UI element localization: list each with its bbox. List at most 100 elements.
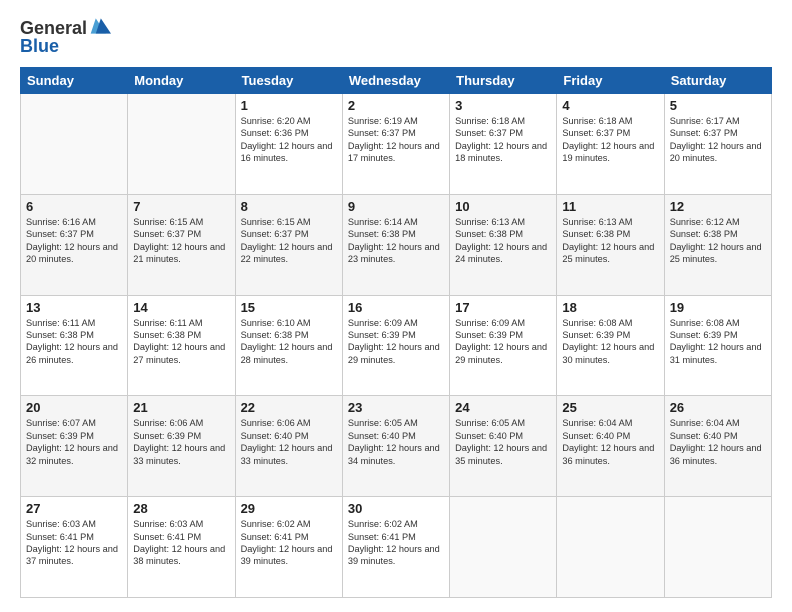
day-info: Sunrise: 6:15 AM Sunset: 6:37 PM Dayligh… xyxy=(133,216,229,266)
table-cell: 16Sunrise: 6:09 AM Sunset: 6:39 PM Dayli… xyxy=(342,295,449,396)
table-cell: 24 Sunrise: 6:05 AM Sunset: 6:40 PM Dayli… xyxy=(450,396,557,497)
table-cell: 6 Sunrise: 6:16 AM Sunset: 6:37 PM Daylig… xyxy=(21,194,128,295)
table-cell xyxy=(450,497,557,598)
table-cell: 14 Sunrise: 6:11 AM Sunset: 6:38 PM Dayli… xyxy=(128,295,235,396)
table-cell: 19 Sunrise: 6:08 AM Sunset: 6:39 PM Dayli… xyxy=(664,295,771,396)
logo-icon xyxy=(89,15,111,37)
table-cell xyxy=(128,94,235,195)
table-cell: 5 Sunrise: 6:17 AM Sunset: 6:37 PM Daylig… xyxy=(664,94,771,195)
day-number: 11 xyxy=(562,199,658,214)
day-info: Sunrise: 6:14 AM Sunset: 6:38 PM Dayligh… xyxy=(348,216,444,266)
calendar-table: Sunday Monday Tuesday Wednesday Thursday… xyxy=(20,67,772,598)
day-number: 4 xyxy=(562,98,658,113)
day-info: Sunrise: 6:18 AM Sunset: 6:37 PM Dayligh… xyxy=(562,115,658,165)
day-number: 28 xyxy=(133,501,229,516)
day-number: 22 xyxy=(241,400,337,415)
day-number: 16 xyxy=(348,300,444,315)
table-cell: 30 Sunrise: 6:02 AM Sunset: 6:41 PM Dayli… xyxy=(342,497,449,598)
day-info: Sunrise: 6:08 AM Sunset: 6:39 PM Dayligh… xyxy=(562,317,658,367)
col-thursday: Thursday xyxy=(450,68,557,94)
logo-blue-text: Blue xyxy=(20,36,111,57)
col-sunday: Sunday xyxy=(21,68,128,94)
table-cell: 1 Sunrise: 6:20 AM Sunset: 6:36 PM Daylig… xyxy=(235,94,342,195)
day-info: Sunrise: 6:20 AM Sunset: 6:36 PM Dayligh… xyxy=(241,115,337,165)
col-tuesday: Tuesday xyxy=(235,68,342,94)
table-cell: 21Sunrise: 6:06 AM Sunset: 6:39 PM Dayli… xyxy=(128,396,235,497)
calendar-week-row: 27Sunrise: 6:03 AM Sunset: 6:41 PM Dayli… xyxy=(21,497,772,598)
day-number: 7 xyxy=(133,199,229,214)
table-cell: 12 Sunrise: 6:12 AM Sunset: 6:38 PM Dayli… xyxy=(664,194,771,295)
day-info: Sunrise: 6:10 AM Sunset: 6:38 PM Dayligh… xyxy=(241,317,337,367)
table-cell: 29 Sunrise: 6:02 AM Sunset: 6:41 PM Dayli… xyxy=(235,497,342,598)
day-number: 6 xyxy=(26,199,122,214)
day-info: Sunrise: 6:16 AM Sunset: 6:37 PM Dayligh… xyxy=(26,216,122,266)
table-cell: 2Sunrise: 6:19 AM Sunset: 6:37 PM Daylig… xyxy=(342,94,449,195)
table-cell xyxy=(21,94,128,195)
day-info: Sunrise: 6:13 AM Sunset: 6:38 PM Dayligh… xyxy=(562,216,658,266)
table-cell: 28 Sunrise: 6:03 AM Sunset: 6:41 PM Dayli… xyxy=(128,497,235,598)
day-info: Sunrise: 6:08 AM Sunset: 6:39 PM Dayligh… xyxy=(670,317,766,367)
day-number: 25 xyxy=(562,400,658,415)
day-number: 12 xyxy=(670,199,766,214)
day-number: 1 xyxy=(241,98,337,113)
day-info: Sunrise: 6:11 AM Sunset: 6:38 PM Dayligh… xyxy=(133,317,229,367)
table-cell: 23 Sunrise: 6:05 AM Sunset: 6:40 PM Dayli… xyxy=(342,396,449,497)
day-info: Sunrise: 6:06 AM Sunset: 6:40 PM Dayligh… xyxy=(241,417,337,467)
page-header: General Blue xyxy=(20,18,772,57)
day-number: 20 xyxy=(26,400,122,415)
day-number: 9 xyxy=(348,199,444,214)
day-info: Sunrise: 6:15 AM Sunset: 6:37 PM Dayligh… xyxy=(241,216,337,266)
day-number: 30 xyxy=(348,501,444,516)
table-cell: 20 Sunrise: 6:07 AM Sunset: 6:39 PM Dayli… xyxy=(21,396,128,497)
day-info: Sunrise: 6:11 AM Sunset: 6:38 PM Dayligh… xyxy=(26,317,122,367)
day-number: 15 xyxy=(241,300,337,315)
day-info: Sunrise: 6:02 AM Sunset: 6:41 PM Dayligh… xyxy=(241,518,337,568)
calendar-header-row: Sunday Monday Tuesday Wednesday Thursday… xyxy=(21,68,772,94)
day-info: Sunrise: 6:05 AM Sunset: 6:40 PM Dayligh… xyxy=(455,417,551,467)
col-saturday: Saturday xyxy=(664,68,771,94)
col-monday: Monday xyxy=(128,68,235,94)
day-number: 10 xyxy=(455,199,551,214)
day-info: Sunrise: 6:03 AM Sunset: 6:41 PM Dayligh… xyxy=(26,518,122,568)
calendar-week-row: 13 Sunrise: 6:11 AM Sunset: 6:38 PM Dayli… xyxy=(21,295,772,396)
calendar-week-row: 6 Sunrise: 6:16 AM Sunset: 6:37 PM Daylig… xyxy=(21,194,772,295)
table-cell: 13 Sunrise: 6:11 AM Sunset: 6:38 PM Dayli… xyxy=(21,295,128,396)
day-info: Sunrise: 6:06 AM Sunset: 6:39 PM Dayligh… xyxy=(133,417,229,467)
table-cell: 11 Sunrise: 6:13 AM Sunset: 6:38 PM Dayli… xyxy=(557,194,664,295)
day-info: Sunrise: 6:19 AM Sunset: 6:37 PM Dayligh… xyxy=(348,115,444,165)
table-cell: 22 Sunrise: 6:06 AM Sunset: 6:40 PM Dayli… xyxy=(235,396,342,497)
day-number: 29 xyxy=(241,501,337,516)
table-cell: 15 Sunrise: 6:10 AM Sunset: 6:38 PM Dayli… xyxy=(235,295,342,396)
table-cell: 10 Sunrise: 6:13 AM Sunset: 6:38 PM Dayli… xyxy=(450,194,557,295)
day-info: Sunrise: 6:04 AM Sunset: 6:40 PM Dayligh… xyxy=(562,417,658,467)
table-cell: 18Sunrise: 6:08 AM Sunset: 6:39 PM Dayli… xyxy=(557,295,664,396)
table-cell: 7 Sunrise: 6:15 AM Sunset: 6:37 PM Daylig… xyxy=(128,194,235,295)
day-number: 13 xyxy=(26,300,122,315)
day-number: 5 xyxy=(670,98,766,113)
day-info: Sunrise: 6:09 AM Sunset: 6:39 PM Dayligh… xyxy=(455,317,551,367)
table-cell: 4 Sunrise: 6:18 AM Sunset: 6:37 PM Daylig… xyxy=(557,94,664,195)
day-number: 8 xyxy=(241,199,337,214)
day-number: 24 xyxy=(455,400,551,415)
logo: General Blue xyxy=(20,18,111,57)
day-number: 14 xyxy=(133,300,229,315)
day-info: Sunrise: 6:17 AM Sunset: 6:37 PM Dayligh… xyxy=(670,115,766,165)
day-info: Sunrise: 6:02 AM Sunset: 6:41 PM Dayligh… xyxy=(348,518,444,568)
col-wednesday: Wednesday xyxy=(342,68,449,94)
day-info: Sunrise: 6:03 AM Sunset: 6:41 PM Dayligh… xyxy=(133,518,229,568)
day-info: Sunrise: 6:05 AM Sunset: 6:40 PM Dayligh… xyxy=(348,417,444,467)
day-info: Sunrise: 6:07 AM Sunset: 6:39 PM Dayligh… xyxy=(26,417,122,467)
col-friday: Friday xyxy=(557,68,664,94)
day-number: 23 xyxy=(348,400,444,415)
table-cell: 25 Sunrise: 6:04 AM Sunset: 6:40 PM Dayli… xyxy=(557,396,664,497)
day-number: 19 xyxy=(670,300,766,315)
day-info: Sunrise: 6:18 AM Sunset: 6:37 PM Dayligh… xyxy=(455,115,551,165)
day-number: 3 xyxy=(455,98,551,113)
table-cell xyxy=(557,497,664,598)
day-info: Sunrise: 6:12 AM Sunset: 6:38 PM Dayligh… xyxy=(670,216,766,266)
table-cell xyxy=(664,497,771,598)
table-cell: 3 Sunrise: 6:18 AM Sunset: 6:37 PM Daylig… xyxy=(450,94,557,195)
day-info: Sunrise: 6:04 AM Sunset: 6:40 PM Dayligh… xyxy=(670,417,766,467)
table-cell: 8 Sunrise: 6:15 AM Sunset: 6:37 PM Daylig… xyxy=(235,194,342,295)
day-info: Sunrise: 6:13 AM Sunset: 6:38 PM Dayligh… xyxy=(455,216,551,266)
